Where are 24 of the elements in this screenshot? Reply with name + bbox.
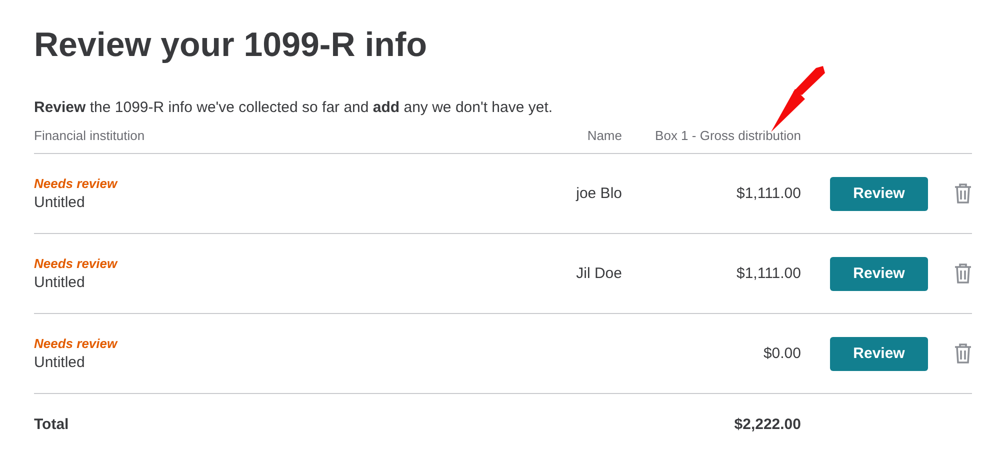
review-button[interactable]: Review [830, 336, 928, 370]
institution-name: Untitled [34, 194, 86, 211]
intro-text: Review the 1099-R info we've collected so far and add any we don't have yet. [34, 99, 554, 116]
trash-icon[interactable] [954, 263, 972, 284]
review-button[interactable]: Review [830, 256, 928, 290]
column-header: Box 1 - Gross distribution [654, 128, 801, 143]
column-header: Name [586, 128, 622, 143]
status-label: Needs review [34, 176, 119, 191]
review-button[interactable]: Review [830, 176, 928, 210]
amount-cell: $1,111.00 [736, 265, 801, 282]
amount-cell: $0.00 [763, 345, 801, 362]
amount-cell: $1,111.00 [736, 185, 801, 202]
name-cell: Jil Doe [576, 265, 622, 282]
status-label: Needs review [34, 336, 119, 351]
trash-icon[interactable] [954, 343, 972, 364]
total-amount: $2,222.00 [733, 416, 801, 432]
column-header: Financial institution [34, 128, 146, 143]
total-label: Total [34, 416, 70, 432]
page-title: Review your 1099-R info [34, 26, 428, 65]
institution-name: Untitled [34, 354, 86, 371]
name-cell: joe Blo [576, 185, 622, 202]
status-label: Needs review [34, 256, 119, 271]
institution-name: Untitled [34, 274, 86, 291]
trash-icon[interactable] [954, 183, 972, 204]
